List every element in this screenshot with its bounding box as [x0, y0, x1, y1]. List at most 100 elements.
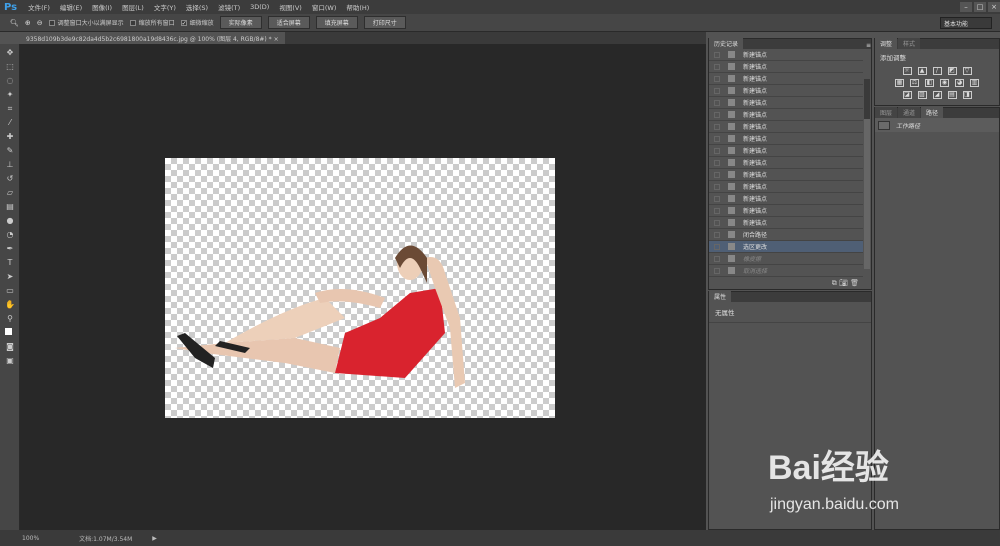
history-brush-icon[interactable]: ↺: [5, 174, 15, 184]
snapshot-checkbox[interactable]: [714, 111, 720, 118]
quick-mask-icon[interactable]: ◙: [5, 342, 15, 352]
minimize-button[interactable]: –: [960, 2, 972, 12]
tab-adjustments[interactable]: 调整: [875, 38, 898, 49]
healing-tool-icon[interactable]: ✚: [5, 132, 15, 142]
menu-edit[interactable]: 编辑(E): [55, 2, 87, 12]
shape-tool-icon[interactable]: ▭: [5, 286, 15, 296]
snapshot-checkbox[interactable]: [714, 267, 720, 274]
snapshot-checkbox[interactable]: [714, 87, 720, 94]
vibrance-icon[interactable]: ▽: [962, 67, 972, 75]
menu-filter[interactable]: 滤镜(T): [213, 2, 245, 12]
panel-menu-icon[interactable]: ≡: [866, 42, 871, 49]
brightness-icon[interactable]: ☼: [902, 67, 912, 75]
hue-saturation-icon[interactable]: ▦: [895, 79, 904, 87]
brush-tool-icon[interactable]: ✎: [5, 146, 15, 156]
magic-wand-tool-icon[interactable]: ✦: [5, 90, 15, 100]
menu-image[interactable]: 图像(I): [87, 2, 117, 12]
snapshot-checkbox[interactable]: [714, 123, 720, 130]
color-lookup-icon[interactable]: ▥: [970, 79, 979, 87]
snapshot-checkbox[interactable]: [714, 207, 720, 214]
black-white-icon[interactable]: ◧: [925, 79, 934, 87]
history-item[interactable]: 选区更改: [709, 241, 863, 253]
menu-help[interactable]: 帮助(H): [341, 2, 374, 12]
document-tab[interactable]: 9358d109b3de9c82da4d5b2c6981800a19d8436c…: [20, 32, 285, 44]
snapshot-checkbox[interactable]: [714, 135, 720, 142]
menu-layer[interactable]: 图层(L): [117, 2, 149, 12]
history-item[interactable]: 新建锚点: [709, 181, 863, 193]
exposure-icon[interactable]: ◩: [947, 67, 957, 75]
properties-tab[interactable]: 属性: [709, 291, 732, 302]
tab-styles[interactable]: 样式: [898, 38, 921, 49]
levels-icon[interactable]: ▲: [917, 67, 927, 75]
screen-mode-icon[interactable]: ▣: [5, 356, 15, 366]
photo-filter-icon[interactable]: ◉: [940, 79, 949, 87]
image-canvas[interactable]: [165, 158, 555, 418]
history-item[interactable]: 新建锚点: [709, 97, 863, 109]
color-swatches-icon[interactable]: [5, 328, 15, 338]
tab-layers[interactable]: 图层: [875, 107, 898, 118]
snapshot-checkbox[interactable]: [714, 51, 720, 58]
threshold-icon[interactable]: ◢: [932, 91, 942, 99]
curves-icon[interactable]: /: [932, 67, 942, 75]
menu-select[interactable]: 选择(S): [181, 2, 213, 12]
path-select-icon[interactable]: ➤: [5, 272, 15, 282]
history-item[interactable]: 新建锚点: [709, 49, 863, 61]
menu-view[interactable]: 视图(V): [274, 2, 307, 12]
type-tool-icon[interactable]: T: [5, 258, 15, 268]
resize-windows-checkbox[interactable]: 调整窗口大小以满屏显示: [48, 18, 124, 27]
snapshot-checkbox[interactable]: [714, 183, 720, 190]
history-item[interactable]: 新建锚点: [709, 73, 863, 85]
pen-tool-icon[interactable]: ✒: [5, 244, 15, 254]
history-scrollbar[interactable]: [864, 79, 870, 269]
history-item[interactable]: 新建锚点: [709, 205, 863, 217]
history-item[interactable]: 新建锚点: [709, 169, 863, 181]
hand-tool-icon[interactable]: ✋: [5, 300, 15, 310]
trash-icon[interactable]: 🗑︎: [850, 279, 859, 287]
snapshot-checkbox[interactable]: [714, 99, 720, 106]
tab-paths[interactable]: 路径: [921, 107, 944, 118]
move-tool-icon[interactable]: ✥: [5, 48, 15, 58]
marquee-tool-icon[interactable]: ⬚: [5, 62, 15, 72]
snapshot-checkbox[interactable]: [714, 171, 720, 178]
zoom-tool-icon[interactable]: ⚲: [5, 314, 15, 324]
gradient-tool-icon[interactable]: ▤: [5, 202, 15, 212]
crop-tool-icon[interactable]: ⌗: [5, 104, 15, 114]
tab-channels[interactable]: 通道: [898, 107, 921, 118]
snapshot-checkbox[interactable]: [714, 63, 720, 70]
history-item[interactable]: 新建锚点: [709, 133, 863, 145]
channel-mixer-icon[interactable]: ◕: [955, 79, 964, 87]
snapshot-checkbox[interactable]: [714, 219, 720, 226]
dodge-tool-icon[interactable]: ◔: [5, 230, 15, 240]
actual-pixels-button[interactable]: 实际像素: [219, 16, 262, 29]
zoom-out-icon[interactable]: ⊖: [37, 19, 43, 27]
snapshot-checkbox[interactable]: [714, 147, 720, 154]
zoom-level[interactable]: 100%: [22, 535, 39, 542]
history-item[interactable]: 新建锚点: [709, 217, 863, 229]
history-item[interactable]: 新建锚点: [709, 85, 863, 97]
menu-type[interactable]: 文字(Y): [149, 2, 181, 12]
history-item[interactable]: 新建锚点: [709, 61, 863, 73]
invert-icon[interactable]: ◪: [902, 91, 912, 99]
snapshot-checkbox[interactable]: [714, 231, 720, 238]
fit-screen-button[interactable]: 适合屏幕: [267, 16, 310, 29]
maximize-button[interactable]: □: [974, 2, 986, 12]
history-item[interactable]: 新建锚点: [709, 193, 863, 205]
workspace-select[interactable]: 基本功能: [940, 17, 992, 29]
color-balance-icon[interactable]: ⚖: [910, 79, 919, 87]
menu-window[interactable]: 窗口(W): [307, 2, 342, 12]
lasso-tool-icon[interactable]: ◌: [5, 76, 15, 86]
snapshot-checkbox[interactable]: [714, 255, 720, 262]
close-tab-icon[interactable]: ×: [274, 36, 279, 43]
history-item[interactable]: 新建锚点: [709, 145, 863, 157]
eyedropper-tool-icon[interactable]: ⁄: [5, 118, 15, 128]
print-size-button[interactable]: 打印尺寸: [363, 16, 406, 29]
path-item[interactable]: 工作路径: [875, 118, 999, 132]
history-item[interactable]: 新建锚点: [709, 109, 863, 121]
snapshot-checkbox[interactable]: [714, 159, 720, 166]
snapshot-checkbox[interactable]: [714, 195, 720, 202]
posterize-icon[interactable]: ▨: [917, 91, 927, 99]
eraser-tool-icon[interactable]: ▱: [5, 188, 15, 198]
zoom-tool-icon[interactable]: 🔍︎: [10, 19, 19, 27]
history-item[interactable]: 橡皮擦: [709, 253, 863, 265]
scrubby-zoom-checkbox[interactable]: ✓ 细微缩放: [180, 18, 214, 27]
